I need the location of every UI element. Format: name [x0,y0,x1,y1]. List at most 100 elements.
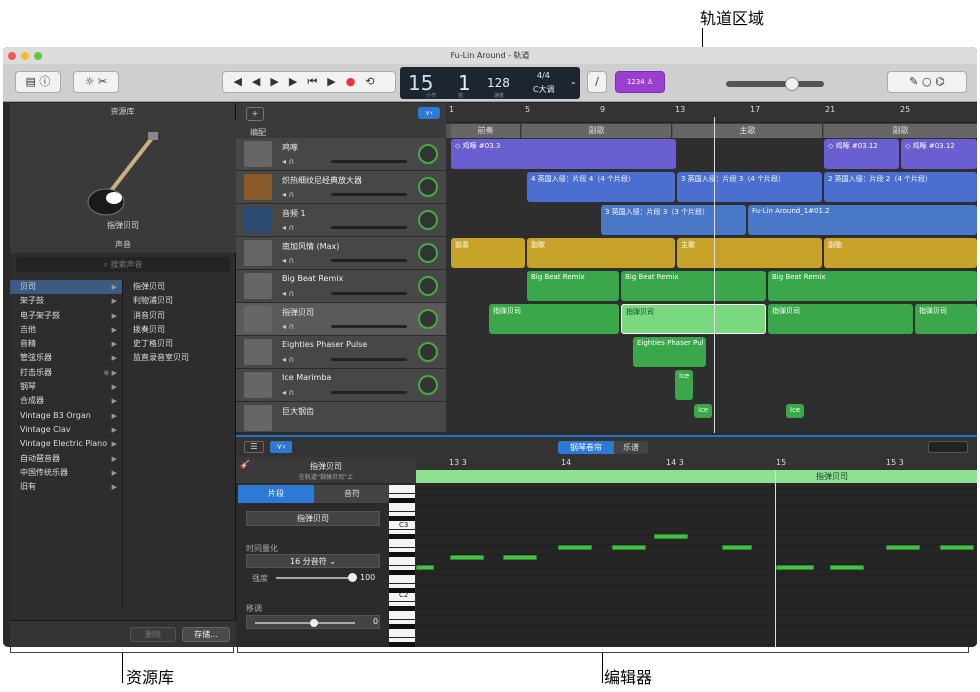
list-icon[interactable]: ☰ [244,441,264,453]
region-name-field[interactable]: 指弹贝司 [246,511,380,526]
editor-ruler[interactable]: 13 3 14 14 3 15 15 3 [416,457,977,470]
preset-item[interactable]: 利物浦贝司 [125,294,236,308]
drummer-region[interactable]: 副歌 [824,238,977,268]
category-item[interactable]: 电子架子鼓 ▶ [10,309,122,323]
midi-region[interactable]: 指弹贝司 [768,304,913,334]
midi-note[interactable] [450,555,484,560]
play-icon[interactable]: ▶ [327,75,345,88]
volume-slider[interactable] [331,358,407,361]
preset-item[interactable]: 史丁格贝司 [125,337,236,351]
metronome-icon[interactable]: ♙ [647,78,653,86]
volume-slider[interactable] [331,226,407,229]
preset-item[interactable]: 指弹贝司 [125,280,236,294]
volume-slider[interactable] [331,160,407,163]
track-lanes[interactable]: ◇ 鸡啄 #03.3 ◇ 鸡啄 #03.12 ◇ 鸡啄 #03.12 4 英国入… [446,138,977,433]
timeline-ruler[interactable]: 1 5 9 13 17 21 25 [446,103,977,123]
audio-region[interactable]: 4 英国入侵：片段 4（4 个片段） [527,172,675,202]
category-item[interactable]: 架子鼓 ▶ [10,294,122,308]
piano-keyboard[interactable]: C3 C2 [389,485,415,647]
midi-region[interactable]: Ice [694,404,712,418]
track-header[interactable]: 炽热细纹尼经典放大器 ◂ ∩ [236,171,446,204]
category-item[interactable]: 合成器 ▶ [10,394,122,408]
drummer-region[interactable]: 前奏 [451,238,525,268]
category-item[interactable]: 音精 ▶ [10,337,122,351]
category-item[interactable]: 旧有 ▶ [10,480,122,494]
track-header[interactable]: 南加风情 (Max) ◂ ∩ [236,237,446,270]
category-item[interactable]: 吉他 ▶ [10,323,122,337]
smart-filter-icon[interactable]: ⋎‹ [270,441,292,453]
midi-region[interactable]: Big Beat Remix [527,271,619,301]
audio-region[interactable]: Fu-Lin Around_1#01.2 [748,205,977,235]
pan-knob[interactable] [418,177,438,197]
midi-region[interactable]: Big Beat Remix [768,271,977,301]
drummer-region[interactable]: 副歌 [527,238,675,268]
volume-slider[interactable] [331,391,407,394]
midi-note[interactable] [612,545,646,550]
count-in-button[interactable]: 1234 ♙ [615,71,665,93]
transpose-field[interactable]: 0 [246,615,380,629]
preset-item[interactable]: 消音贝司 [125,309,236,323]
midi-note[interactable] [940,545,974,550]
editor-playhead[interactable] [775,470,776,647]
tab-score[interactable]: 乐谱 [614,441,648,454]
tuner-button[interactable]: ∕ [587,71,607,93]
arrangement-marker[interactable]: 主歌 [673,124,823,138]
midi-region-selected[interactable]: 指弹贝司 [621,304,766,334]
transpose-knob[interactable] [310,619,318,627]
midi-note[interactable] [886,545,920,550]
audio-region[interactable]: 3 英国入侵：片段 3（4 个片段） [677,172,822,202]
midi-note[interactable] [654,534,688,539]
cycle-icon[interactable]: ⟲ [365,75,384,88]
forward-icon[interactable]: ▶▶ [270,75,307,88]
preset-item[interactable]: 拨奏贝司 [125,323,236,337]
audio-region[interactable]: ◇ 鸡啄 #03.12 [824,139,899,169]
volume-slider[interactable] [331,193,407,196]
tab-notes[interactable]: 音符 [314,485,390,503]
mute-solo-icons[interactable]: ◂ ∩ [282,223,294,232]
midi-note[interactable] [722,545,752,550]
close-button[interactable] [8,52,16,60]
midi-region[interactable]: 指弹贝司 [915,304,977,334]
category-item[interactable]: 自动琶音器 ▶ [10,452,122,466]
category-item[interactable]: 贝司 ▶ [10,280,122,295]
lcd-display[interactable]: 15 1 小节 拍 128 速度 4/4 C大调 ⌄ [400,67,580,99]
delete-button[interactable]: 删除 [130,627,176,642]
midi-region[interactable]: Big Beat Remix [621,271,766,301]
category-item[interactable]: 钢琴 ▶ [10,380,122,394]
category-item[interactable]: Vintage B3 Organ ▶ [10,409,122,423]
transport-controls[interactable]: ◀◀▶▶⏮▶●⟲ [222,71,396,93]
mute-solo-icons[interactable]: ◂ ∩ [282,322,294,331]
smart-controls-button[interactable]: ☼ ✂ [73,71,119,93]
strength-slider[interactable] [276,577,354,579]
add-track-button[interactable]: + [246,107,264,121]
preset-item[interactable]: 监直录音室贝司 [125,351,236,365]
track-header[interactable]: Ice Marimba ◂ ∩ [236,369,446,402]
track-header[interactable]: 鸡啄 ◂ ∩ [236,138,446,171]
playhead[interactable] [714,117,715,433]
strength-knob[interactable] [348,573,357,582]
category-item[interactable]: Vintage Electric Piano ▶ [10,437,122,451]
master-volume-knob[interactable] [785,77,799,91]
tab-piano-roll[interactable]: 钢琴卷帘 [558,441,614,454]
pan-knob[interactable] [418,342,438,362]
transpose-slider[interactable] [255,622,355,624]
chevron-down-icon[interactable]: ⌄ [570,77,577,86]
midi-note[interactable] [416,565,434,570]
midi-note[interactable] [776,565,814,570]
track-header-selected[interactable]: 指弹贝司 ◂ ∩ [236,303,446,336]
zoom-slider[interactable] [928,441,968,453]
quantize-select[interactable]: 16 分音符 ⌄ [246,554,380,568]
midi-region[interactable]: 指弹贝司 [489,304,619,334]
rewind-icon[interactable]: ◀◀ [233,75,270,88]
midi-region[interactable]: Ice [675,370,693,400]
pan-knob[interactable] [418,144,438,164]
zoom-button[interactable] [34,52,42,60]
tab-region[interactable]: 片段 [238,485,314,503]
category-item[interactable]: 打击乐器 ⊕ ▶ [10,366,122,380]
category-item[interactable]: 中国传统乐器 ▶ [10,466,122,480]
audio-region[interactable]: 2 英国入侵：片段 2（4 个片段） [824,172,977,202]
mute-solo-icons[interactable]: ◂ ∩ [282,388,294,397]
view-buttons[interactable]: ✎ ○ ⌬ [887,71,967,93]
mute-solo-icons[interactable]: ◂ ∩ [282,190,294,199]
category-item[interactable]: Vintage Clav ▶ [10,423,122,437]
